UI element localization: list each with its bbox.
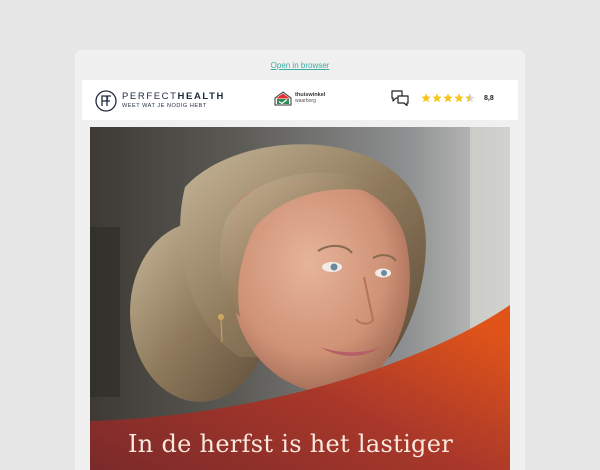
review-score: 8,8 xyxy=(484,94,494,102)
hero-image xyxy=(90,127,510,470)
brand-tagline: WEET WAT JE NODIG HEBT xyxy=(122,102,207,109)
brand-name-second: HEALTH xyxy=(177,91,225,103)
brand-name-first: PERFECT xyxy=(122,91,178,103)
hero-headline: In de herfst is het lastiger xyxy=(128,430,453,458)
star-icon xyxy=(432,93,442,103)
thuiswinkel-badge[interactable]: thuiswinkel waarborg xyxy=(274,91,325,106)
brand-logo[interactable]: PERFECT HEALTH WEET WAT JE NODIG HEBT xyxy=(95,90,225,112)
half-star-icon xyxy=(465,93,475,103)
chat-bubbles-icon xyxy=(391,90,409,106)
reviews-block[interactable]: 8,8 xyxy=(391,90,494,106)
star-rating xyxy=(421,93,476,103)
brand-name: PERFECT HEALTH xyxy=(122,92,225,102)
email-header: PERFECT HEALTH WEET WAT JE NODIG HEBT thu… xyxy=(82,80,518,120)
email-card: Open in browser PERFECT HEALTH WEET WAT J… xyxy=(75,50,525,470)
thuiswinkel-house-icon xyxy=(274,91,292,106)
pf-monogram-icon xyxy=(95,90,117,112)
star-icon xyxy=(454,93,464,103)
star-icon xyxy=(421,93,431,103)
open-in-browser-link[interactable]: Open in browser xyxy=(271,61,330,70)
preheader: Open in browser xyxy=(75,50,525,80)
hero-banner[interactable]: In de herfst is het lastiger xyxy=(90,127,510,470)
thuiswinkel-sub: waarborg xyxy=(295,98,316,105)
star-icon xyxy=(443,93,453,103)
